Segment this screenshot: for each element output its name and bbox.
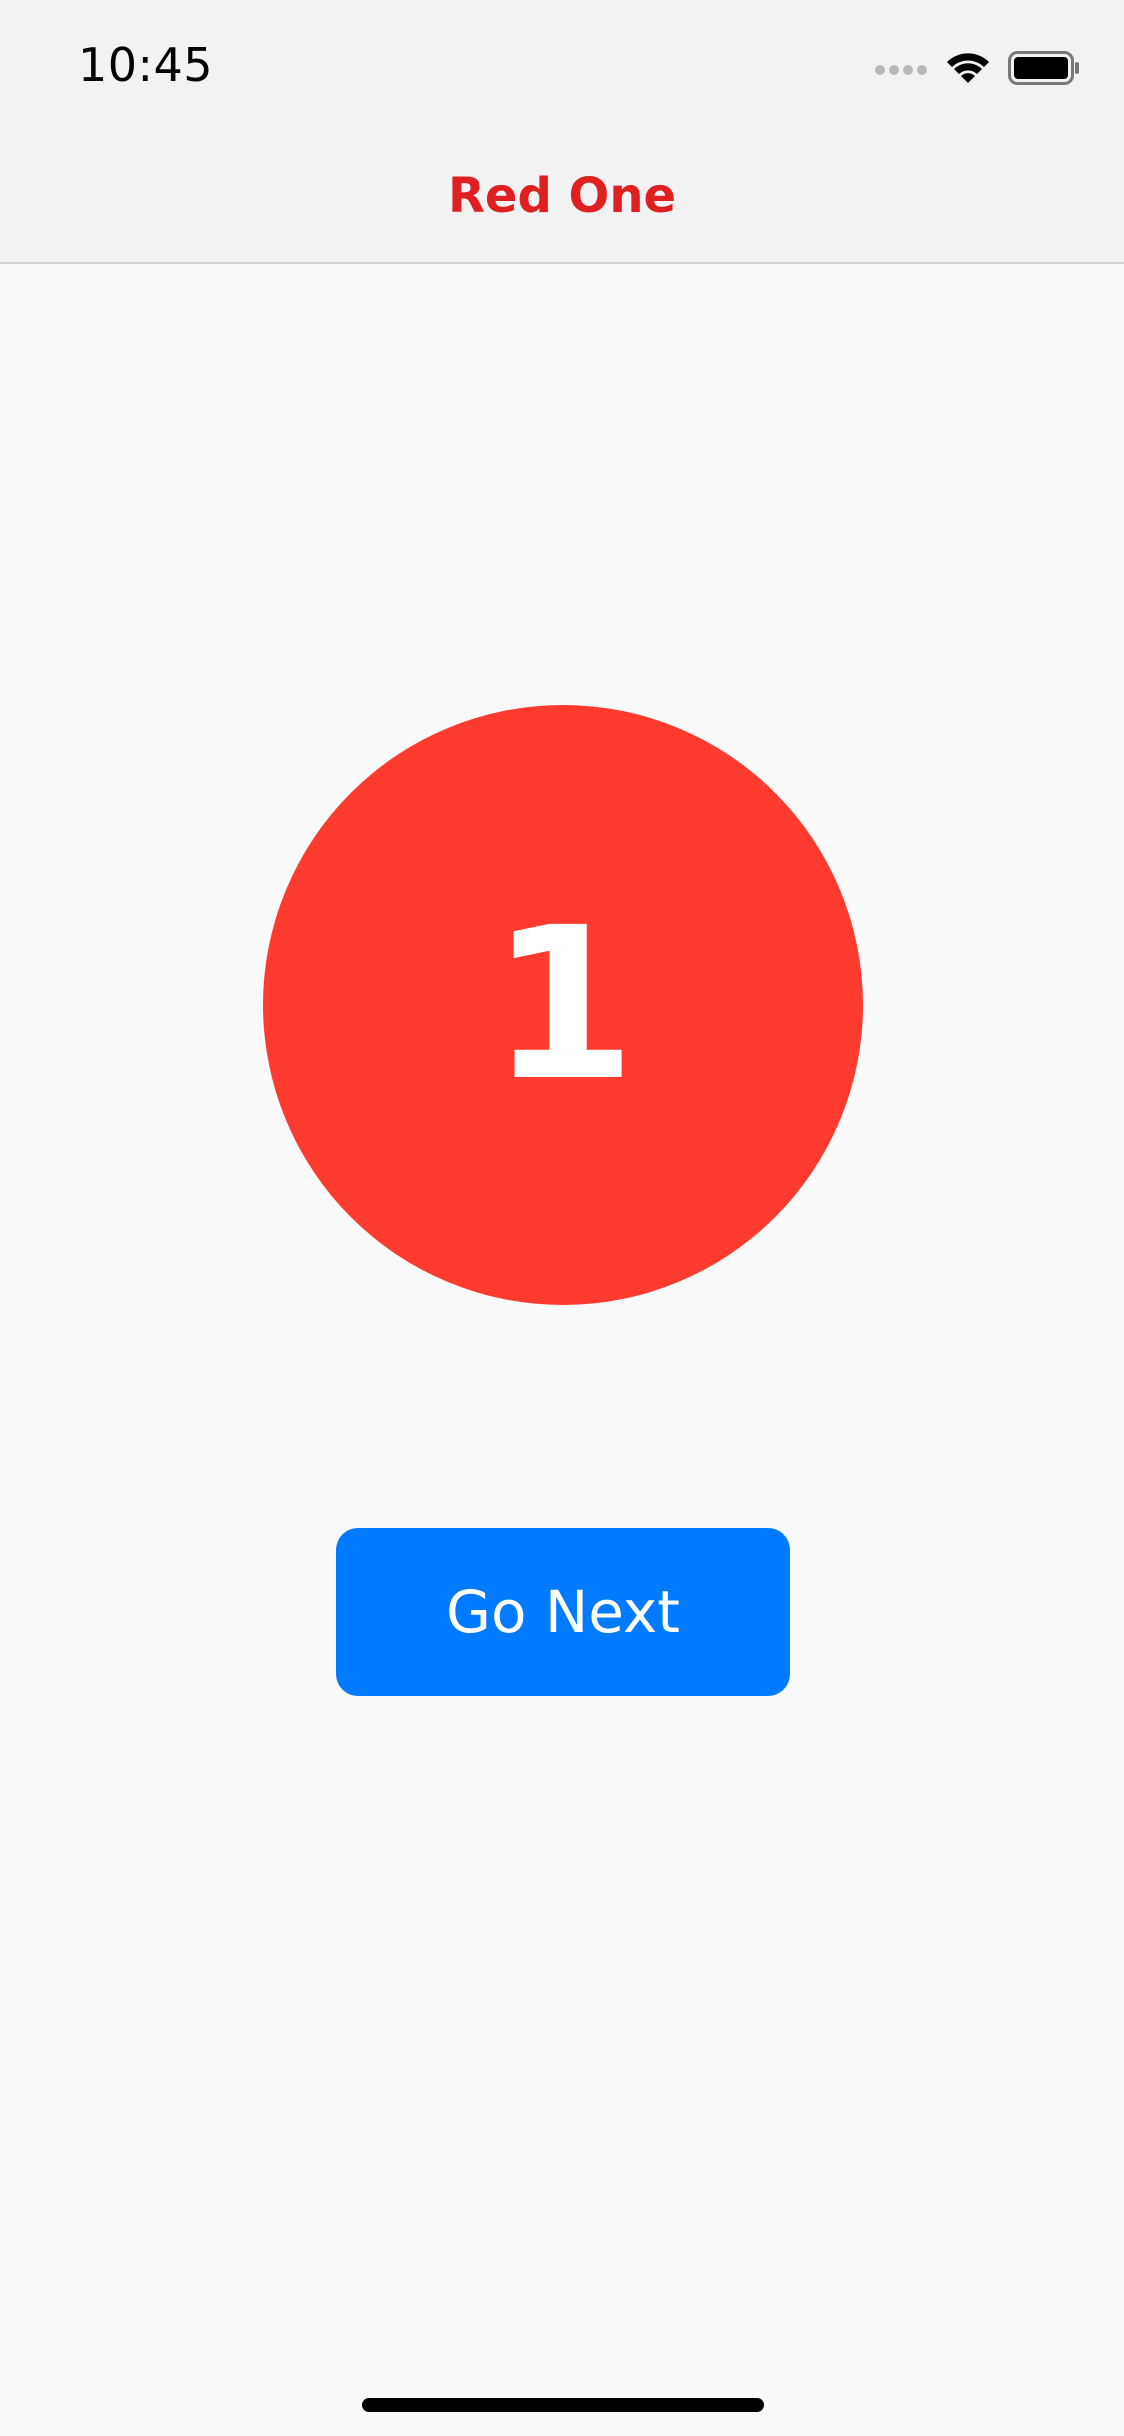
page-title: Red One (447, 168, 677, 224)
number-badge-circle: 1 (263, 705, 863, 1305)
status-icons (874, 46, 1080, 94)
top-bar: 10:45 Red One (0, 0, 1124, 264)
cellular-signal-icon (874, 61, 928, 80)
wifi-icon (946, 51, 990, 89)
status-time: 10:45 (78, 38, 214, 92)
home-indicator[interactable] (362, 2398, 764, 2412)
app-screen: 10:45 Red One 1 Go Next (0, 0, 1124, 2436)
badge-number: 1 (489, 882, 637, 1127)
battery-icon (1008, 51, 1080, 89)
go-next-button[interactable]: Go Next (336, 1528, 790, 1696)
